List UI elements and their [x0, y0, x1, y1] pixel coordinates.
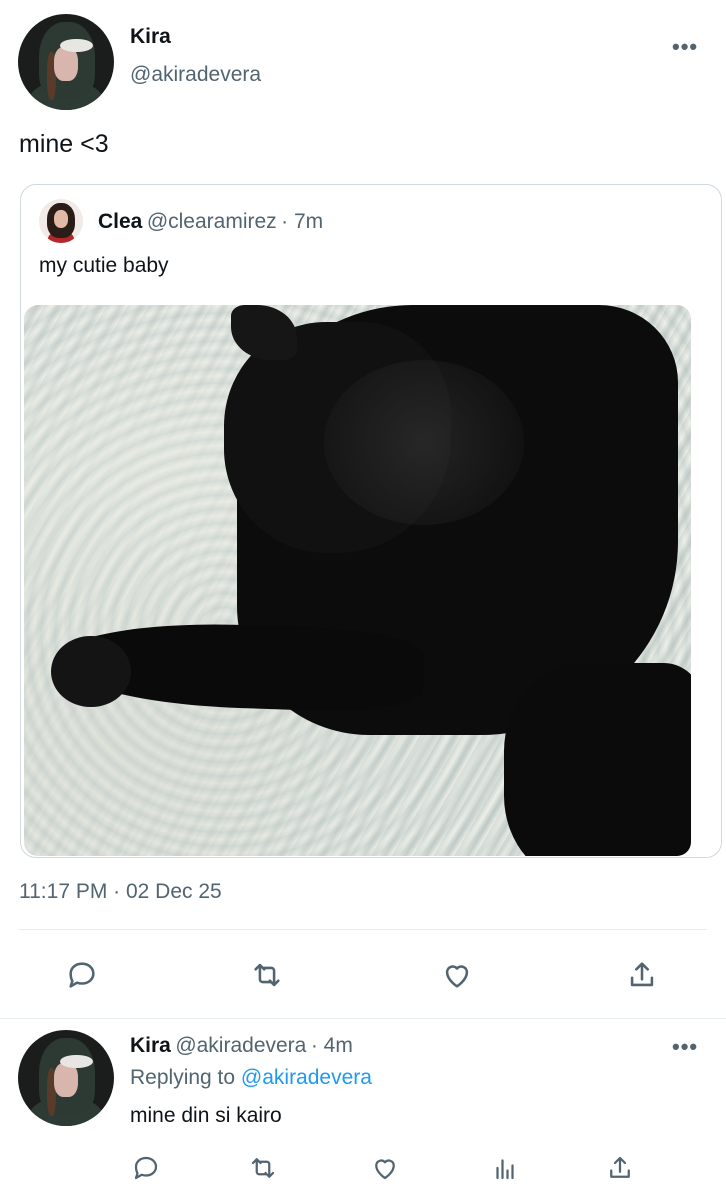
quoted-author-name[interactable]: Clea	[98, 210, 142, 233]
reply-author-avatar[interactable]	[18, 1030, 114, 1126]
divider	[19, 929, 707, 930]
share-button[interactable]	[620, 955, 664, 995]
reply-icon	[134, 1156, 158, 1180]
quoted-author-avatar[interactable]	[39, 199, 83, 243]
replying-to-prefix: Replying to	[130, 1066, 236, 1089]
quoted-tweet-text: my cutie baby	[39, 254, 169, 277]
retweet-icon	[254, 963, 280, 987]
reply-reply-button[interactable]	[126, 1150, 166, 1186]
like-button[interactable]	[435, 955, 479, 995]
share-icon	[630, 962, 654, 987]
replying-to-line: Replying to @akiradevera	[130, 1066, 372, 1090]
tweet-timestamp[interactable]: 11:17 PM · 02 Dec 25	[19, 880, 222, 904]
reply-retweet-button[interactable]	[243, 1150, 283, 1186]
replying-to-link[interactable]: @akiradevera	[241, 1066, 372, 1089]
reply-author-line: Kira @akiradevera · 4m	[130, 1034, 353, 1058]
quoted-time-ago: · 7m	[281, 210, 324, 233]
reply-tweet-text: mine din si kairo	[130, 1104, 282, 1127]
like-icon	[375, 1159, 395, 1180]
reply-icon	[69, 962, 95, 988]
reply-time-ago: · 4m	[310, 1034, 353, 1057]
reply-analytics-button[interactable]	[485, 1150, 525, 1186]
reply-author-name[interactable]: Kira	[130, 1034, 171, 1057]
retweet-button[interactable]	[245, 955, 289, 995]
author-avatar[interactable]	[18, 14, 114, 110]
author-handle[interactable]: @akiradevera	[130, 63, 261, 87]
share-icon	[610, 1156, 630, 1178]
retweet-icon	[251, 1158, 275, 1178]
quoted-author-handle[interactable]: @clearamirez	[147, 210, 277, 233]
like-icon	[445, 965, 469, 988]
analytics-icon	[496, 1159, 514, 1180]
reply-share-button[interactable]	[600, 1150, 640, 1186]
author-name[interactable]: Kira	[130, 25, 171, 49]
reply-button[interactable]	[60, 955, 104, 995]
more-options-icon[interactable]: •••	[672, 34, 698, 60]
quoted-author-line: Clea @clearamirez · 7m	[98, 210, 323, 234]
quoted-tweet-photo[interactable]	[24, 305, 691, 856]
reply-author-handle[interactable]: @akiradevera	[175, 1034, 306, 1057]
reply-like-button[interactable]	[365, 1150, 405, 1186]
divider	[0, 1018, 726, 1019]
reply-more-options-icon[interactable]: •••	[672, 1034, 698, 1060]
tweet-text: mine <3	[19, 130, 109, 158]
